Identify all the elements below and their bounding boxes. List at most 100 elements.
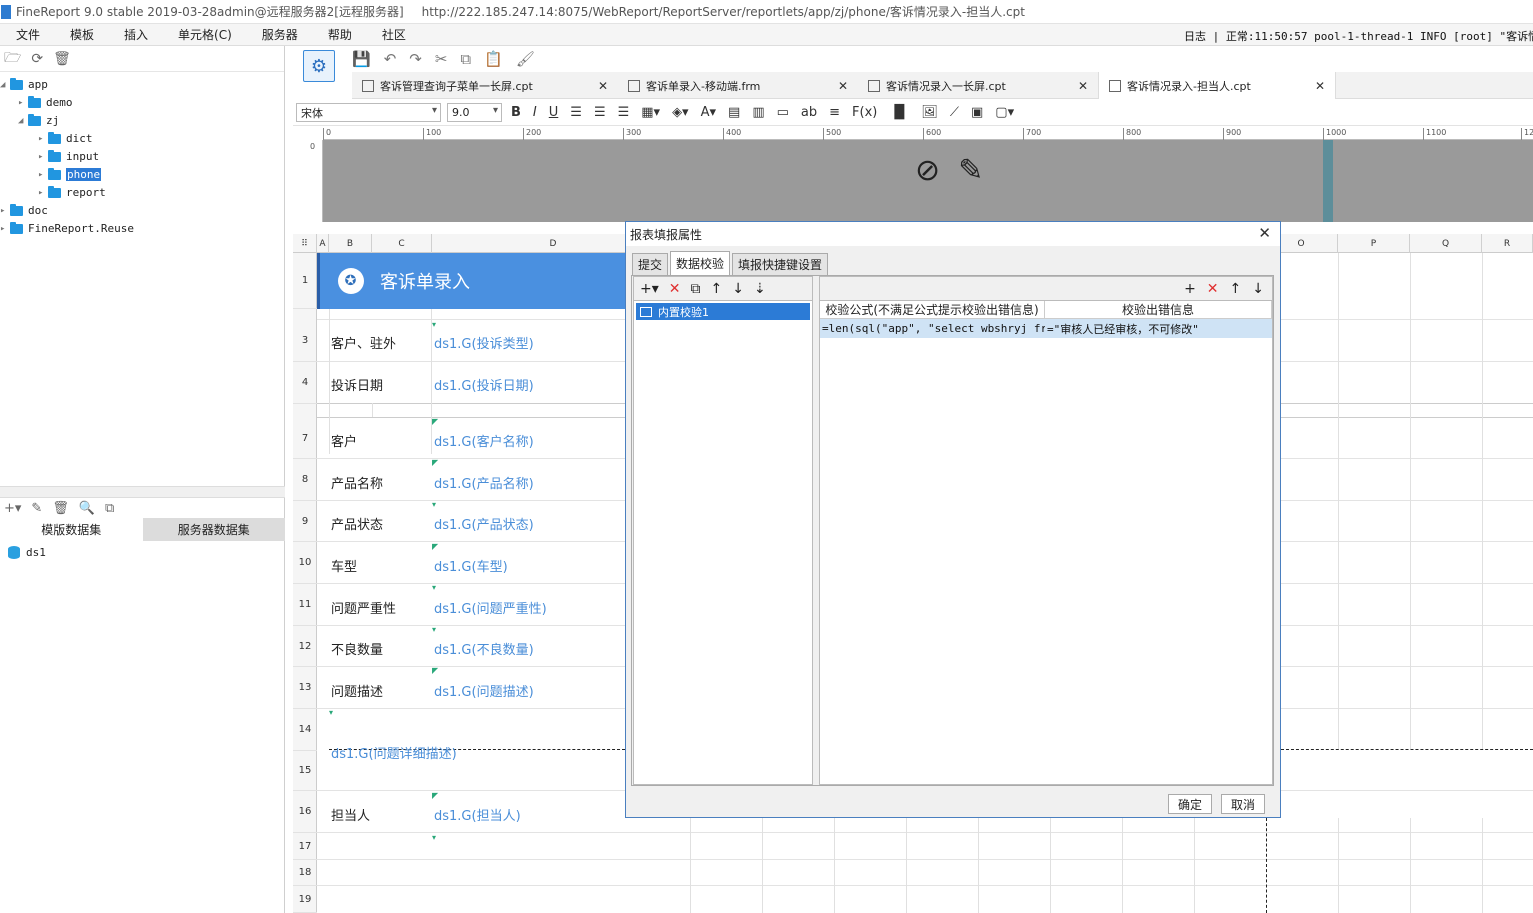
cell-label[interactable]: 担当人: [331, 805, 370, 824]
slash-icon[interactable]: ⟋: [947, 105, 962, 120]
tab-submit[interactable]: 提交: [632, 253, 669, 275]
column-p[interactable]: P: [1338, 234, 1410, 253]
merge-cells-icon[interactable]: ▤: [725, 105, 743, 120]
column-q[interactable]: Q: [1410, 234, 1482, 253]
tree-node-phone[interactable]: ▸ phone: [38, 166, 102, 183]
menu-server[interactable]: 服务器: [246, 26, 312, 43]
preview-icon[interactable]: 🔍: [79, 501, 95, 516]
validation-list-item[interactable]: 内置校验1: [636, 303, 810, 320]
cell-label[interactable]: 产品状态: [331, 514, 383, 533]
sort-icon[interactable]: ⇣: [754, 281, 766, 297]
close-icon[interactable]: ✕: [1258, 224, 1271, 242]
row-10[interactable]: 10: [293, 542, 317, 584]
header-logo-cell[interactable]: ✪: [329, 253, 372, 309]
cut-icon[interactable]: ✂: [435, 50, 448, 68]
menu-help[interactable]: 帮助: [312, 26, 366, 43]
header-title-cell[interactable]: 客诉单录入: [372, 253, 625, 309]
cell-value[interactable]: ds1.G(产品状态): [434, 514, 534, 533]
fill-color-icon[interactable]: ◈▾: [669, 105, 692, 120]
delete-icon[interactable]: ✕: [669, 281, 681, 297]
column-r[interactable]: R: [1482, 234, 1533, 253]
tree-node-zj[interactable]: ◢ zj: [18, 112, 59, 129]
tab-assignee-entry[interactable]: 客诉情况录入-担当人.cpt ✕: [1098, 72, 1336, 99]
row-14[interactable]: 14: [293, 709, 317, 751]
expand-arrow-icon[interactable]: ▸: [38, 152, 48, 162]
pencil-icon[interactable]: ✎: [958, 153, 983, 188]
paste-icon[interactable]: 📋: [484, 50, 503, 68]
formula-cell[interactable]: =len(sql("app", "select wbshryj fr...: [820, 322, 1045, 335]
cell-value[interactable]: ds1.G(担当人): [434, 805, 521, 824]
tab-mobile-entry[interactable]: 客诉单录入-移动端.frm ✕: [618, 72, 858, 99]
delete-icon[interactable]: ✕: [1207, 281, 1219, 297]
expand-arrow-icon[interactable]: ▸: [0, 206, 10, 216]
refresh-icon[interactable]: ⟳: [31, 51, 43, 67]
selected-cell-a1[interactable]: [317, 253, 329, 309]
row-16[interactable]: 16: [293, 791, 317, 833]
row-9[interactable]: 9: [293, 501, 317, 542]
row-3[interactable]: 3: [293, 320, 317, 362]
menu-community[interactable]: 社区: [366, 26, 420, 43]
cell-value[interactable]: ds1.G(车型): [434, 556, 508, 575]
row-12[interactable]: 12: [293, 626, 317, 667]
column-b[interactable]: B: [329, 234, 372, 253]
align-left-icon[interactable]: ☰: [567, 105, 585, 120]
add-icon[interactable]: +▾: [640, 281, 659, 297]
row-18[interactable]: 18: [293, 860, 317, 886]
chart-icon[interactable]: ▐▌: [886, 105, 912, 120]
move-up-icon[interactable]: ↑: [1230, 281, 1242, 297]
row-8[interactable]: 8: [293, 459, 317, 501]
column-a[interactable]: A: [317, 234, 329, 253]
move-down-icon[interactable]: ↓: [1252, 281, 1264, 297]
tab-server-datasets[interactable]: 服务器数据集: [142, 518, 285, 541]
tree-node-app[interactable]: ◢ app: [0, 76, 48, 93]
design-mode-icon[interactable]: ⚙: [303, 50, 335, 82]
cell-value[interactable]: ds1.G(投诉类型): [434, 333, 534, 352]
menu-cell[interactable]: 单元格(C): [162, 26, 246, 43]
log-status[interactable]: 日志 | 正常:11:50:57 pool-1-thread-1 INFO [r…: [1184, 28, 1533, 44]
server-dataset-icon[interactable]: ⧉: [105, 501, 114, 516]
expand-arrow-icon[interactable]: ▸: [38, 188, 48, 198]
sub-report-icon[interactable]: ▣: [968, 105, 986, 120]
tree-node-demo[interactable]: ▸ demo: [18, 94, 73, 111]
cell-label[interactable]: 产品名称: [331, 473, 383, 492]
message-cell[interactable]: ="审核人已经审核，不可修改": [1045, 321, 1272, 337]
expand-arrow-icon[interactable]: ▸: [18, 98, 28, 108]
row-4[interactable]: 4: [293, 362, 317, 404]
row-15[interactable]: 15: [293, 751, 317, 791]
menu-file[interactable]: 文件: [0, 26, 54, 43]
save-icon[interactable]: 💾: [352, 50, 371, 68]
tab-template-datasets[interactable]: 模版数据集: [0, 518, 143, 541]
cell-value[interactable]: ds1.G(问题描述): [434, 681, 534, 700]
font-size-select[interactable]: 9.0: [447, 103, 502, 122]
image-icon[interactable]: 🖼: [918, 105, 941, 120]
underline-icon[interactable]: U: [546, 105, 562, 120]
expand-arrow-icon[interactable]: ▸: [38, 134, 48, 144]
font-color-icon[interactable]: A▾: [698, 105, 719, 120]
font-family-select[interactable]: 宋体: [296, 103, 441, 122]
close-icon[interactable]: ✕: [1301, 79, 1325, 93]
dataset-item[interactable]: ds1: [8, 546, 46, 559]
border-icon[interactable]: ▦▾: [638, 105, 663, 120]
tab-query-submenu[interactable]: 客诉管理查询子菜单一长屏.cpt ✕: [352, 72, 618, 99]
copy-icon[interactable]: ⧉: [691, 281, 701, 297]
close-icon[interactable]: ✕: [1064, 79, 1088, 93]
row-13[interactable]: 13: [293, 667, 317, 709]
expand-arrow-icon[interactable]: ◢: [18, 116, 28, 126]
cell-value[interactable]: ds1.G(问题详细描述): [331, 743, 457, 762]
bold-icon[interactable]: B: [508, 105, 524, 120]
cancel-button[interactable]: 取消: [1221, 794, 1265, 814]
tree-node-report[interactable]: ▸ report: [38, 184, 106, 201]
expand-arrow-icon[interactable]: ◢: [0, 80, 10, 90]
formula-row[interactable]: =len(sql("app", "select wbshryj fr... ="…: [820, 319, 1272, 338]
add-dataset-icon[interactable]: +▾: [4, 501, 21, 516]
copy-icon[interactable]: ⧉: [460, 50, 471, 68]
row-17[interactable]: 17: [293, 833, 317, 860]
align-right-icon[interactable]: ☰: [615, 105, 633, 120]
hide-eye-icon[interactable]: ⊘: [915, 153, 940, 188]
insert-text-icon[interactable]: ▭: [774, 105, 792, 120]
cell-value[interactable]: ds1.G(客户名称): [434, 431, 534, 450]
cell-label[interactable]: 问题描述: [331, 681, 383, 700]
close-icon[interactable]: ✕: [824, 79, 848, 93]
text-icon[interactable]: ab: [798, 105, 820, 120]
cell-label[interactable]: 问题严重性: [331, 598, 396, 617]
